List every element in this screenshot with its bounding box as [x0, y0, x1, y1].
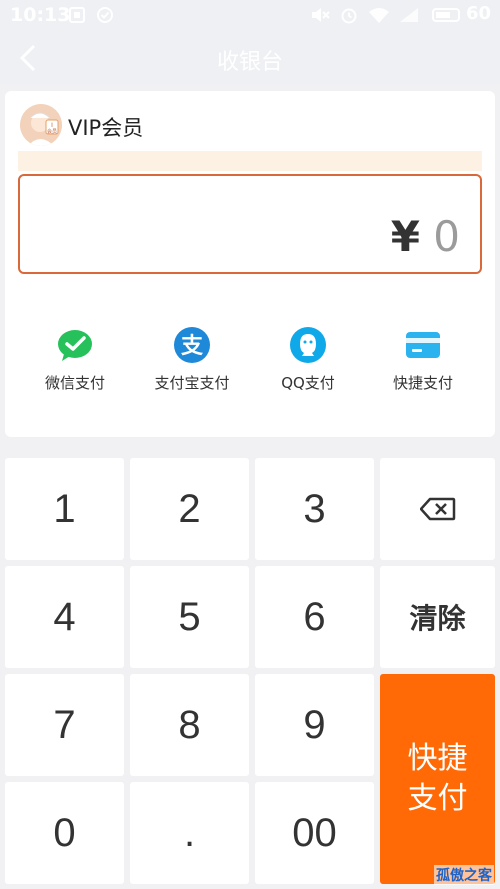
quick-pay-button[interactable]: 快捷 支付 — [380, 674, 495, 884]
nav-bar: 收银台 — [0, 32, 500, 84]
battery-icon — [432, 6, 462, 24]
pay-method-label: 微信支付 — [44, 374, 105, 392]
pay-method-label: QQ支付 — [281, 374, 335, 392]
qq-pay-icon — [290, 327, 326, 363]
pay-method-label: 支付宝支付 — [154, 374, 230, 392]
key-6[interactable]: 6 — [255, 566, 374, 668]
wechat-pay-icon — [58, 330, 92, 361]
key-2[interactable]: 2 — [130, 458, 249, 560]
notification-icon — [68, 6, 86, 24]
pay-method-qq[interactable]: QQ支付 — [253, 326, 363, 396]
clear-button[interactable]: 清除 — [380, 566, 495, 668]
key-0[interactable]: 0 — [5, 782, 124, 884]
svg-text:I: I — [51, 122, 53, 129]
status-time: 10:13 — [10, 4, 71, 26]
key-5[interactable]: 5 — [130, 566, 249, 668]
watermark: 孤傲之客 — [434, 865, 494, 885]
pay-method-wechat[interactable]: 微信支付 — [20, 326, 130, 396]
notice-bar — [18, 151, 482, 171]
page-title: 收银台 — [216, 50, 283, 75]
key-3[interactable]: 3 — [255, 458, 374, 560]
key-9[interactable]: 9 — [255, 674, 374, 776]
alipay-icon: 支 — [174, 327, 210, 363]
battery-level: 60 — [466, 3, 492, 24]
key-4[interactable]: 4 — [5, 566, 124, 668]
mute-icon — [310, 6, 330, 24]
wifi-icon — [368, 6, 390, 24]
bank-card-icon — [406, 332, 440, 358]
backspace-icon — [419, 497, 455, 521]
pay-method-quick[interactable]: 快捷支付 — [368, 326, 478, 396]
status-bar: 10:13 60 — [0, 0, 500, 32]
key-1[interactable]: 1 — [5, 458, 124, 560]
quick-pay-label-line2: 支付 — [407, 781, 468, 816]
alarm-icon — [340, 6, 358, 24]
amount-value: 0 — [433, 212, 460, 261]
backspace-button[interactable] — [380, 458, 495, 560]
svg-text:会员: 会员 — [47, 128, 57, 135]
quick-pay-label-line1: 快捷 — [407, 741, 468, 776]
member-name: VIP会员 — [68, 116, 144, 140]
member-avatar: I 会员 — [20, 104, 62, 146]
key-decimal[interactable]: . — [130, 782, 249, 884]
key-7[interactable]: 7 — [5, 674, 124, 776]
signal-icon — [398, 6, 420, 24]
pay-method-label: 快捷支付 — [392, 374, 453, 392]
key-double-zero[interactable]: 00 — [255, 782, 374, 884]
amount-field[interactable]: ¥ 0 — [18, 174, 482, 274]
avatar-illustration: I 会员 — [20, 104, 62, 146]
key-8[interactable]: 8 — [130, 674, 249, 776]
pay-method-alipay[interactable]: 支 支付宝支付 — [137, 326, 247, 396]
svg-text:支: 支 — [181, 334, 204, 359]
check-circle-icon — [96, 6, 114, 24]
currency-symbol: ¥ — [390, 212, 420, 261]
